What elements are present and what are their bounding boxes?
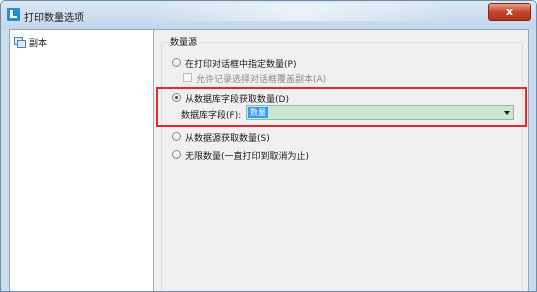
highlight-annotation-box <box>156 87 527 127</box>
window-title: 打印数量选项 <box>24 13 84 24</box>
radio-button-icon <box>172 58 181 67</box>
app-logo-icon <box>7 8 20 21</box>
radio-button-icon <box>172 132 181 141</box>
checkbox-icon <box>183 73 192 82</box>
title-bar[interactable]: 打印数量选项 x <box>1 1 536 29</box>
group-title: 数量源 <box>168 35 200 48</box>
tree-item-label: 副本 <box>29 39 48 49</box>
close-button[interactable]: x <box>488 3 531 21</box>
copies-icon <box>14 37 26 48</box>
title-bar-glare <box>151 3 451 21</box>
radio-button-icon <box>172 150 181 159</box>
print-quantity-dialog: 打印数量选项 x 副本 数量源 在打印对话框中指定数量(P) 允许记录选择对话框… <box>0 0 537 292</box>
options-tree: 副本 <box>10 30 154 291</box>
